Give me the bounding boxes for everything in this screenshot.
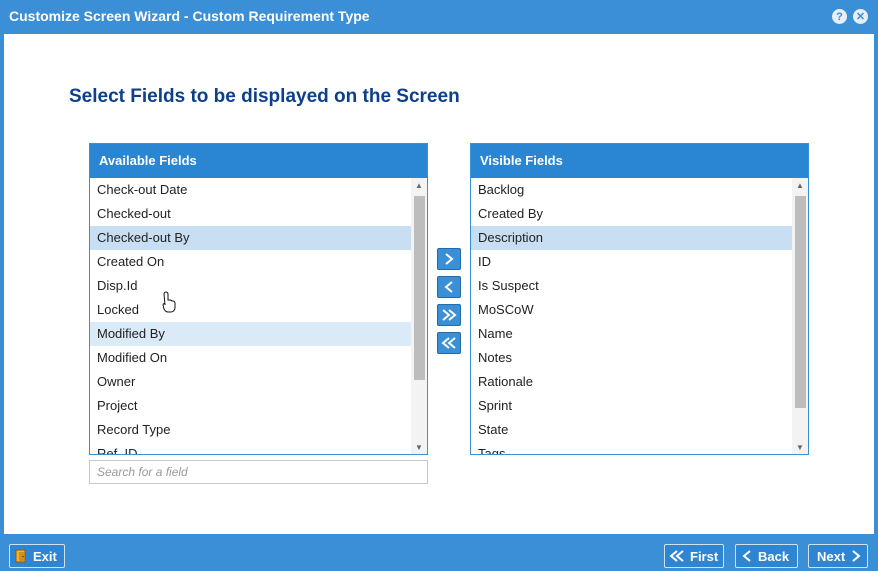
scroll-down-arrow-icon[interactable]: ▼ — [411, 440, 427, 454]
scrollbar-thumb[interactable] — [795, 196, 806, 408]
list-item[interactable]: Checked-out — [90, 202, 411, 226]
first-button[interactable]: First — [664, 544, 724, 568]
visible-fields-panel: Visible Fields Backlog Created By Descri… — [470, 143, 809, 455]
list-item-selected[interactable]: Checked-out By — [90, 226, 411, 250]
chevron-left-icon — [444, 281, 453, 293]
window-title: Customize Screen Wizard - Custom Require… — [9, 8, 370, 24]
list-item[interactable]: ID — [471, 250, 792, 274]
search-input[interactable] — [89, 460, 428, 484]
list-item[interactable]: Owner — [90, 370, 411, 394]
wizard-content: Select Fields to be displayed on the Scr… — [4, 34, 874, 534]
list-item[interactable]: Record Type — [90, 418, 411, 442]
scroll-up-arrow-icon[interactable]: ▲ — [411, 178, 427, 192]
list-item[interactable]: Locked — [90, 298, 411, 322]
list-item[interactable]: Notes — [471, 346, 792, 370]
scroll-up-arrow-icon[interactable]: ▲ — [792, 178, 808, 192]
double-chevron-left-icon — [669, 550, 684, 562]
list-item[interactable]: Project — [90, 394, 411, 418]
move-left-button[interactable] — [437, 276, 461, 298]
chevron-right-icon — [445, 253, 454, 265]
list-item[interactable]: Created By — [471, 202, 792, 226]
list-item[interactable]: Disp.Id — [90, 274, 411, 298]
available-fields-scrollbar[interactable]: ▲ ▼ — [411, 178, 427, 454]
title-bar: Customize Screen Wizard - Custom Require… — [0, 0, 878, 34]
list-item[interactable]: Backlog — [471, 178, 792, 202]
first-button-label: First — [690, 548, 719, 564]
hand-cursor-icon — [162, 291, 176, 313]
available-fields-list[interactable]: Check-out Date Checked-out Checked-out B… — [90, 178, 411, 454]
list-item[interactable]: Ref. ID — [90, 442, 411, 454]
double-chevron-left-icon — [441, 337, 456, 349]
double-chevron-right-icon — [442, 309, 457, 321]
scroll-down-arrow-icon[interactable]: ▼ — [792, 440, 808, 454]
back-button-label: Back — [758, 548, 790, 564]
available-fields-panel: Available Fields Check-out Date Checked-… — [89, 143, 428, 455]
chevron-right-icon — [852, 550, 861, 562]
list-item-selected[interactable]: Description — [471, 226, 792, 250]
list-item[interactable]: Created On — [90, 250, 411, 274]
door-exit-icon — [15, 549, 26, 563]
list-item[interactable]: Name — [471, 322, 792, 346]
next-button-label: Next — [817, 548, 846, 564]
page-title: Select Fields to be displayed on the Scr… — [69, 86, 460, 107]
exit-button[interactable]: Exit — [9, 544, 65, 568]
list-item[interactable]: Rationale — [471, 370, 792, 394]
list-item[interactable]: Is Suspect — [471, 274, 792, 298]
scrollbar-thumb[interactable] — [414, 196, 425, 380]
visible-fields-list[interactable]: Backlog Created By Description ID Is Sus… — [471, 178, 792, 454]
back-button[interactable]: Back — [735, 544, 798, 568]
list-item[interactable]: Sprint — [471, 394, 792, 418]
move-right-button[interactable] — [437, 248, 461, 270]
visible-fields-header: Visible Fields — [471, 144, 808, 178]
list-item[interactable]: Modified On — [90, 346, 411, 370]
chevron-left-icon — [742, 550, 751, 562]
available-fields-header: Available Fields — [90, 144, 427, 178]
list-item-hovered[interactable]: Modified By — [90, 322, 411, 346]
move-all-right-button[interactable] — [437, 304, 461, 326]
close-icon[interactable]: ✕ — [853, 9, 868, 24]
visible-fields-scrollbar[interactable]: ▲ ▼ — [792, 178, 808, 454]
question-mark-icon[interactable]: ? — [832, 9, 847, 24]
move-all-left-button[interactable] — [437, 332, 461, 354]
next-button[interactable]: Next — [808, 544, 868, 568]
list-item[interactable]: MoSCoW — [471, 298, 792, 322]
list-item[interactable]: Check-out Date — [90, 178, 411, 202]
list-item[interactable]: State — [471, 418, 792, 442]
exit-button-label: Exit — [33, 548, 57, 564]
list-item[interactable]: Tags — [471, 442, 792, 454]
